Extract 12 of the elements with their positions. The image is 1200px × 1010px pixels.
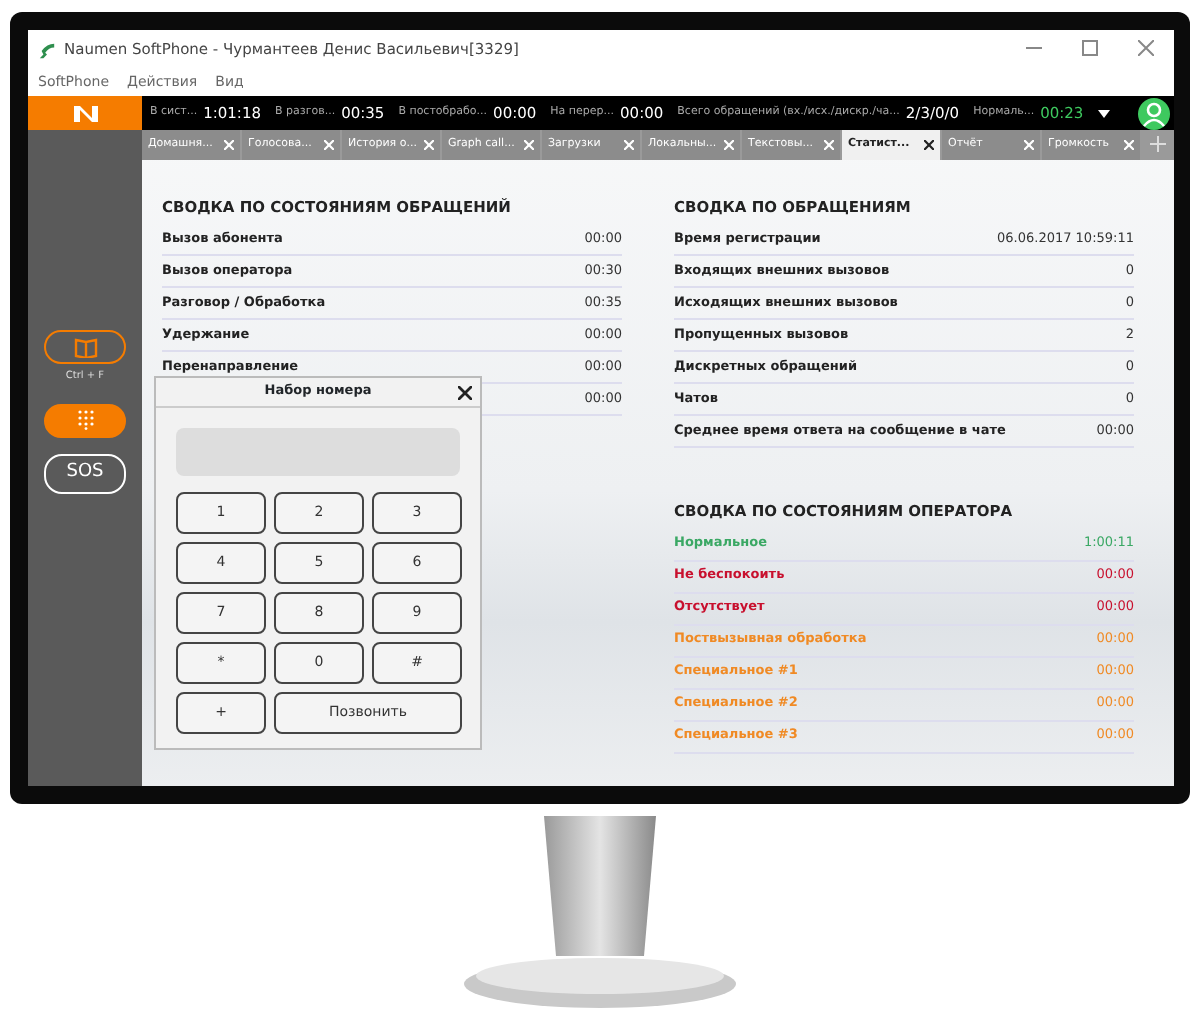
sos-button[interactable]: SOS	[44, 453, 126, 493]
dialpad-button[interactable]	[44, 403, 126, 437]
add-tab-icon[interactable]	[1150, 136, 1166, 153]
maximize-icon[interactable]	[1082, 39, 1098, 56]
dialpad-icon	[77, 410, 93, 430]
contacts-book-button[interactable]	[44, 330, 126, 364]
close-icon[interactable]	[924, 140, 934, 150]
book-icon	[73, 337, 97, 357]
caret-icon[interactable]	[1097, 109, 1110, 117]
close-icon[interactable]	[458, 386, 472, 400]
user-avatar-icon[interactable]	[1138, 97, 1170, 129]
phone-handset-icon	[38, 41, 56, 59]
